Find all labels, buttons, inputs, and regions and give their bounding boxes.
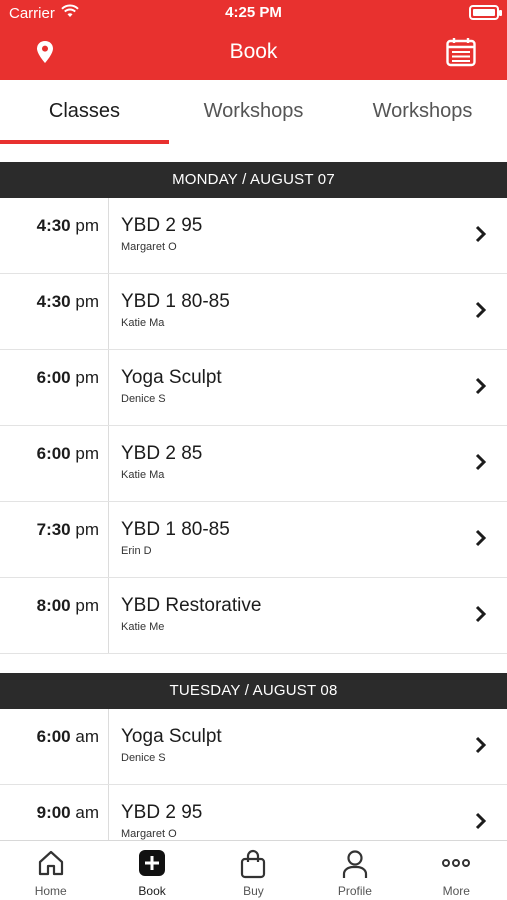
row-divider <box>108 350 109 425</box>
bottom-tab-book[interactable]: Book <box>101 841 202 900</box>
row-divider <box>108 709 109 784</box>
bottom-tab-bar: Home Book Buy Profile More <box>0 840 507 900</box>
status-bar: Carrier 4:25 PM <box>0 0 507 24</box>
battery-icon <box>469 5 502 20</box>
instructor-name: Margaret O <box>121 828 177 840</box>
ellipsis-icon <box>406 849 507 879</box>
class-row[interactable]: 7:30 pm YBD 1 80-85 Erin D <box>0 502 507 578</box>
class-row[interactable]: 6:00 pm Yoga Sculpt Denice S <box>0 350 507 426</box>
class-row[interactable]: 8:00 pm YBD Restorative Katie Me <box>0 578 507 654</box>
class-time: 7:30 pm <box>36 520 99 539</box>
chevron-right-icon <box>475 301 487 324</box>
class-name: YBD 1 80-85 <box>121 291 230 312</box>
instructor-name: Katie Me <box>121 621 165 633</box>
chevron-right-icon <box>475 736 487 759</box>
bottom-tab-profile[interactable]: Profile <box>304 841 405 900</box>
chevron-right-icon <box>475 377 487 400</box>
plus-square-icon <box>101 849 202 879</box>
home-icon <box>0 849 101 879</box>
class-time: 4:30 pm <box>36 292 99 311</box>
bottom-tab-buy[interactable]: Buy <box>203 841 304 900</box>
calendar-icon[interactable] <box>445 36 477 73</box>
class-time: 6:00 pm <box>36 444 99 463</box>
class-time: 4:30 pm <box>36 216 99 235</box>
section-header-tuesday: TUESDAY / AUGUST 08 <box>0 673 507 709</box>
class-name: YBD 2 95 <box>121 215 203 236</box>
row-divider <box>108 502 109 577</box>
row-divider <box>108 426 109 501</box>
tab-workshops-2[interactable]: Workshops <box>338 80 507 144</box>
class-name: YBD Restorative <box>121 595 262 616</box>
page-title: Book <box>229 40 278 63</box>
instructor-name: Denice S <box>121 393 166 405</box>
chevron-right-icon <box>475 225 487 248</box>
class-time: 6:00 am <box>36 727 99 746</box>
class-time: 9:00 am <box>36 803 99 822</box>
bottom-tab-label: Home <box>34 884 67 898</box>
row-divider <box>108 198 109 273</box>
shopping-bag-icon <box>203 849 304 879</box>
instructor-name: Erin D <box>121 545 152 557</box>
class-name: YBD 1 80-85 <box>121 519 230 540</box>
instructor-name: Katie Ma <box>121 317 165 329</box>
class-time: 6:00 pm <box>36 368 99 387</box>
class-name: Yoga Sculpt <box>121 726 222 747</box>
tab-workshops[interactable]: Workshops <box>169 80 338 144</box>
class-row[interactable]: 6:00 pm YBD 2 85 Katie Ma <box>0 426 507 502</box>
row-divider <box>108 274 109 349</box>
tab-classes[interactable]: Classes <box>0 80 169 144</box>
row-divider <box>108 578 109 653</box>
bottom-tab-label: Book <box>138 884 166 898</box>
bottom-tab-label: Profile <box>337 884 372 898</box>
nav-bar: Book <box>0 28 507 76</box>
bottom-tab-more[interactable]: More <box>406 841 507 900</box>
class-row[interactable]: 4:30 pm YBD 2 95 Margaret O <box>0 198 507 274</box>
tab-bar: Classes Workshops Workshops <box>0 80 507 144</box>
bottom-tab-label: More <box>442 884 470 898</box>
section-header-monday: MONDAY / AUGUST 07 <box>0 162 507 198</box>
instructor-name: Margaret O <box>121 241 177 253</box>
bottom-tab-home[interactable]: Home <box>0 841 101 900</box>
class-name: YBD 2 95 <box>121 802 203 823</box>
chevron-right-icon <box>475 812 487 835</box>
instructor-name: Denice S <box>121 752 166 764</box>
app-header: Carrier 4:25 PM Book <box>0 0 507 80</box>
class-name: Yoga Sculpt <box>121 367 222 388</box>
bottom-tab-label: Buy <box>243 884 264 898</box>
chevron-right-icon <box>475 529 487 552</box>
class-row[interactable]: 4:30 pm YBD 1 80-85 Katie Ma <box>0 274 507 350</box>
class-name: YBD 2 85 <box>121 443 203 464</box>
class-row[interactable]: 6:00 am Yoga Sculpt Denice S <box>0 709 507 785</box>
person-icon <box>304 849 405 879</box>
class-time: 8:00 pm <box>36 596 99 615</box>
status-time: 4:25 PM <box>225 4 282 21</box>
instructor-name: Katie Ma <box>121 469 165 481</box>
chevron-right-icon <box>475 605 487 628</box>
chevron-right-icon <box>475 453 487 476</box>
